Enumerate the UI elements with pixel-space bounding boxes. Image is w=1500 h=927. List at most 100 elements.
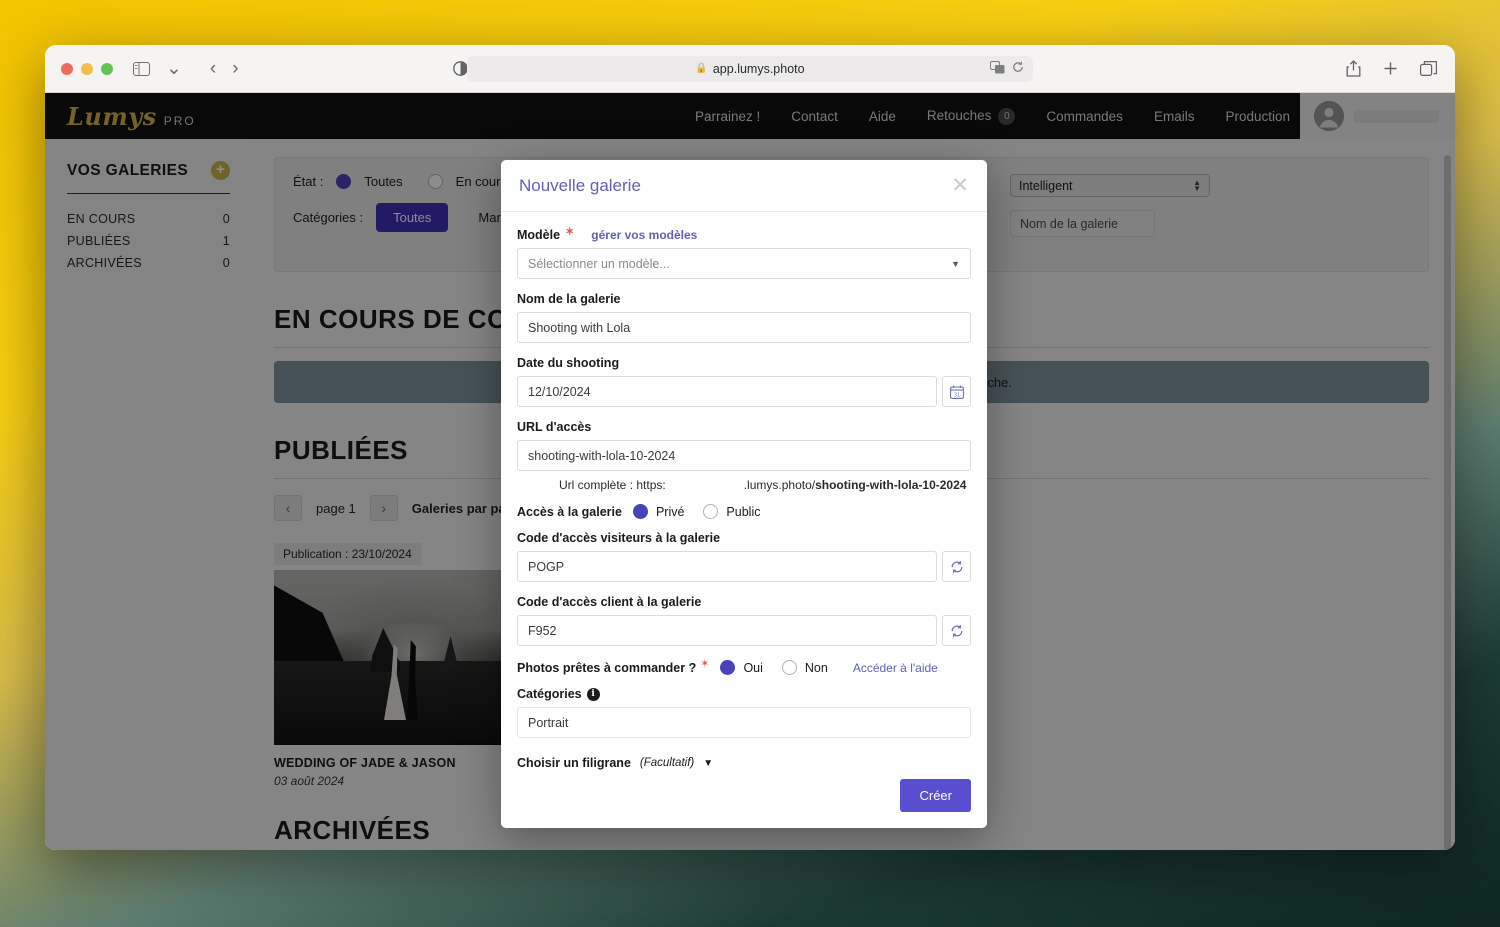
nav-item-commandes[interactable]: Commandes bbox=[1046, 109, 1123, 124]
nav-item-contact[interactable]: Contact bbox=[791, 109, 838, 124]
shoot-date-input[interactable]: 12/10/2024 bbox=[517, 376, 938, 407]
nav-item-parrainez[interactable]: Parrainez ! bbox=[695, 109, 760, 124]
access-option-prive-label: Privé bbox=[655, 504, 685, 519]
field-gallery-name: Nom de la galerie Shooting with Lola bbox=[517, 292, 971, 343]
help-link[interactable]: Accéder à l'aide bbox=[853, 661, 938, 675]
nav-item-retouches[interactable]: Retouches 0 bbox=[927, 107, 1016, 125]
dialog-title: Nouvelle galerie bbox=[519, 175, 641, 195]
manage-models-link[interactable]: gérer vos modèles bbox=[591, 228, 697, 242]
reader-view-icon[interactable] bbox=[453, 61, 468, 76]
scrollbar-thumb[interactable] bbox=[1444, 155, 1451, 850]
model-label: Modèle bbox=[517, 228, 561, 242]
ready-option-non-label: Non bbox=[804, 660, 828, 675]
close-window-button[interactable] bbox=[61, 62, 73, 75]
etat-option-toutes-label: Toutes bbox=[364, 174, 403, 189]
brand-logo[interactable]: Lumys PRO bbox=[45, 102, 196, 131]
gallery-card[interactable]: Publication : 23/10/2024 WEDDING OF JADE… bbox=[274, 543, 506, 788]
category-chip-toutes[interactable]: Toutes bbox=[376, 203, 449, 232]
access-label: Accès à la galerie bbox=[517, 504, 622, 519]
gallery-card-title: WEDDING OF JADE & JASON bbox=[274, 756, 456, 770]
close-icon[interactable]: ✕ bbox=[951, 175, 969, 196]
address-bar[interactable]: 🔒 app.lumys.photo bbox=[467, 55, 1033, 82]
field-visitor-code: Code d'accès visiteurs à la galerie POGP bbox=[517, 531, 971, 582]
sidebar-item-publiees[interactable]: PUBLIÉES 1 bbox=[67, 230, 230, 252]
nav-item-emails[interactable]: Emails bbox=[1154, 109, 1195, 124]
rock-stack-shape bbox=[442, 636, 459, 670]
gallery-name-input[interactable]: Shooting with Lola bbox=[517, 312, 971, 343]
access-option-public[interactable]: Public bbox=[703, 504, 760, 519]
categories-value: Portrait bbox=[528, 715, 569, 730]
required-marker-icon: ✶ bbox=[565, 225, 575, 238]
create-button[interactable]: Créer bbox=[900, 779, 971, 812]
sort-select[interactable]: Intelligent ▲ ▼ bbox=[1010, 174, 1210, 197]
field-url: URL d'accès shooting-with-lola-10-2024 U… bbox=[517, 420, 971, 492]
page-indicator: page 1 bbox=[316, 500, 356, 516]
address-bar-area: 🔒 app.lumys.photo bbox=[45, 55, 1455, 82]
sidebar-dropdown-icon[interactable]: ⌄ bbox=[166, 59, 182, 78]
calendar-icon[interactable]: 31 bbox=[942, 376, 971, 407]
prev-page-button[interactable]: ‹ bbox=[274, 495, 302, 521]
share-icon[interactable] bbox=[1346, 60, 1361, 77]
search-placeholder: Nom de la galerie bbox=[1020, 216, 1118, 231]
field-categories: Catégories i Portrait bbox=[517, 687, 971, 738]
forward-chevron-icon[interactable]: › bbox=[232, 59, 238, 78]
client-code-label: Code d'accès client à la galerie bbox=[517, 595, 702, 609]
reload-icon[interactable] bbox=[1012, 61, 1024, 76]
url-input[interactable]: shooting-with-lola-10-2024 bbox=[517, 440, 971, 471]
dialog-footer: Créer bbox=[501, 779, 987, 828]
ready-radio-non[interactable] bbox=[781, 660, 797, 675]
nav-item-aide[interactable]: Aide bbox=[869, 109, 896, 124]
watermark-optional-label: (Facultatif) bbox=[639, 757, 695, 769]
app-top-navigation: Lumys PRO Parrainez ! Contact Aide Retou… bbox=[45, 93, 1455, 139]
full-url-slug: shooting-with-lola-10-2024 bbox=[815, 478, 967, 492]
next-page-button[interactable]: › bbox=[369, 495, 398, 521]
watermark-toggle[interactable]: Choisir un filigrane (Facultatif) ▼ bbox=[517, 756, 971, 779]
back-chevron-icon[interactable]: ‹ bbox=[210, 59, 216, 78]
nav-item-production[interactable]: Production bbox=[1225, 109, 1290, 124]
refresh-icon[interactable] bbox=[942, 615, 971, 646]
sidebar-item-count: 0 bbox=[222, 256, 230, 270]
categories-input[interactable]: Portrait bbox=[517, 707, 971, 738]
client-code-input[interactable]: F952 bbox=[517, 615, 938, 646]
translate-icon[interactable] bbox=[990, 60, 1005, 77]
url-label: URL d'accès bbox=[517, 420, 592, 434]
add-gallery-button[interactable]: + bbox=[211, 161, 230, 180]
gallery-thumbnail[interactable] bbox=[274, 570, 506, 745]
triangle-down-icon: ▼ bbox=[703, 757, 714, 769]
ready-option-oui[interactable]: Oui bbox=[720, 660, 763, 675]
access-option-public-label: Public bbox=[726, 504, 761, 519]
access-option-prive[interactable]: Privé bbox=[632, 504, 685, 519]
tab-overview-icon[interactable] bbox=[1420, 61, 1437, 76]
retouches-badge: 0 bbox=[998, 107, 1016, 125]
ready-option-oui-label: Oui bbox=[743, 660, 763, 675]
categories-label: Catégories : bbox=[293, 210, 364, 225]
chevron-down-icon: ▼ bbox=[951, 258, 960, 269]
account-menu[interactable] bbox=[1300, 93, 1455, 139]
field-access: Accès à la galerie Privé Public bbox=[517, 504, 971, 519]
visitor-code-input[interactable]: POGP bbox=[517, 551, 938, 582]
sidebar-item-en-cours[interactable]: EN COURS 0 bbox=[67, 208, 230, 230]
model-select[interactable]: Sélectionner un modèle... ▼ bbox=[517, 248, 971, 279]
sidebar-item-label: EN COURS bbox=[67, 212, 136, 226]
refresh-icon[interactable] bbox=[942, 551, 971, 582]
etat-radio-toutes[interactable] bbox=[336, 174, 352, 189]
plus-icon[interactable] bbox=[1383, 61, 1398, 76]
access-radio-public[interactable] bbox=[703, 504, 719, 519]
maximize-window-button[interactable] bbox=[101, 62, 113, 75]
minimize-window-button[interactable] bbox=[81, 62, 93, 75]
info-icon[interactable]: i bbox=[586, 687, 600, 701]
brand-suffix: PRO bbox=[163, 113, 196, 128]
page-scrollbar[interactable] bbox=[1444, 141, 1452, 850]
window-controls[interactable] bbox=[61, 62, 113, 75]
ready-option-non[interactable]: Non bbox=[781, 660, 828, 675]
etat-radio-en-cours[interactable] bbox=[427, 174, 443, 189]
sidebar-item-count: 0 bbox=[222, 212, 230, 226]
field-client-code: Code d'accès client à la galerie F952 bbox=[517, 595, 971, 646]
categories-field-label: Catégories bbox=[517, 687, 582, 701]
ready-to-order-label: Photos prêtes à commander ? bbox=[517, 660, 697, 675]
sidebar-item-archivees[interactable]: ARCHIVÉES 0 bbox=[67, 252, 230, 274]
access-radio-prive[interactable] bbox=[632, 504, 648, 519]
sidebar-toggle-icon[interactable] bbox=[133, 61, 150, 76]
ready-radio-oui[interactable] bbox=[720, 660, 736, 675]
search-input[interactable]: Nom de la galerie bbox=[1010, 210, 1155, 237]
